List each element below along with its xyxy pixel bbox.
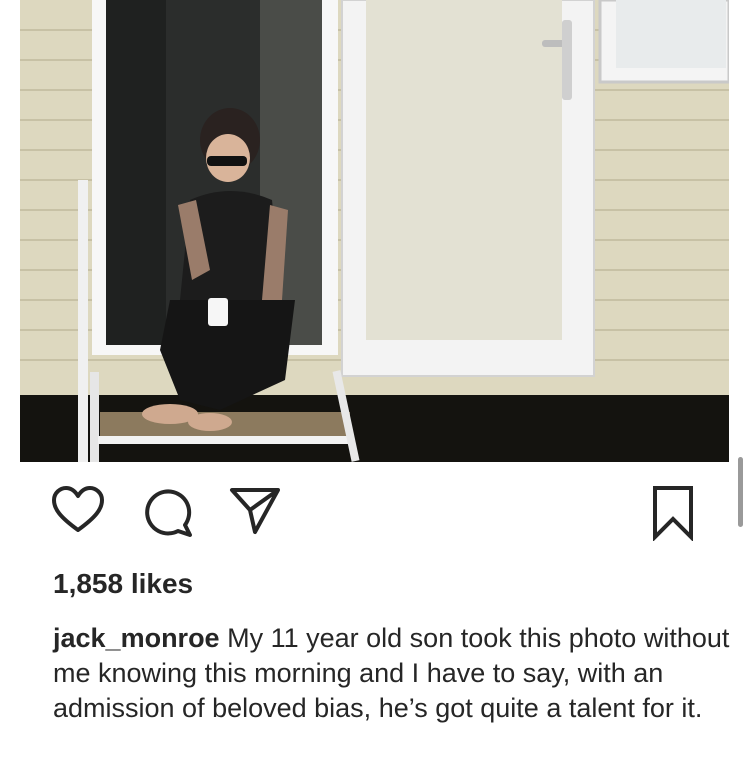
- like-count[interactable]: 1,858 likes: [53, 568, 193, 600]
- speech-bubble-icon[interactable]: [144, 485, 194, 539]
- post-action-bar: [0, 485, 750, 545]
- caption-username[interactable]: jack_monroe: [53, 623, 220, 653]
- paper-plane-icon[interactable]: [229, 485, 281, 537]
- bookmark-outline-icon[interactable]: [652, 485, 694, 541]
- post-caption: jack_monroe My 11 year old son took this…: [53, 621, 733, 726]
- post-photo[interactable]: [20, 0, 729, 462]
- heart-outline-icon[interactable]: [50, 485, 106, 537]
- caravan-doorway-illustration: [20, 0, 729, 462]
